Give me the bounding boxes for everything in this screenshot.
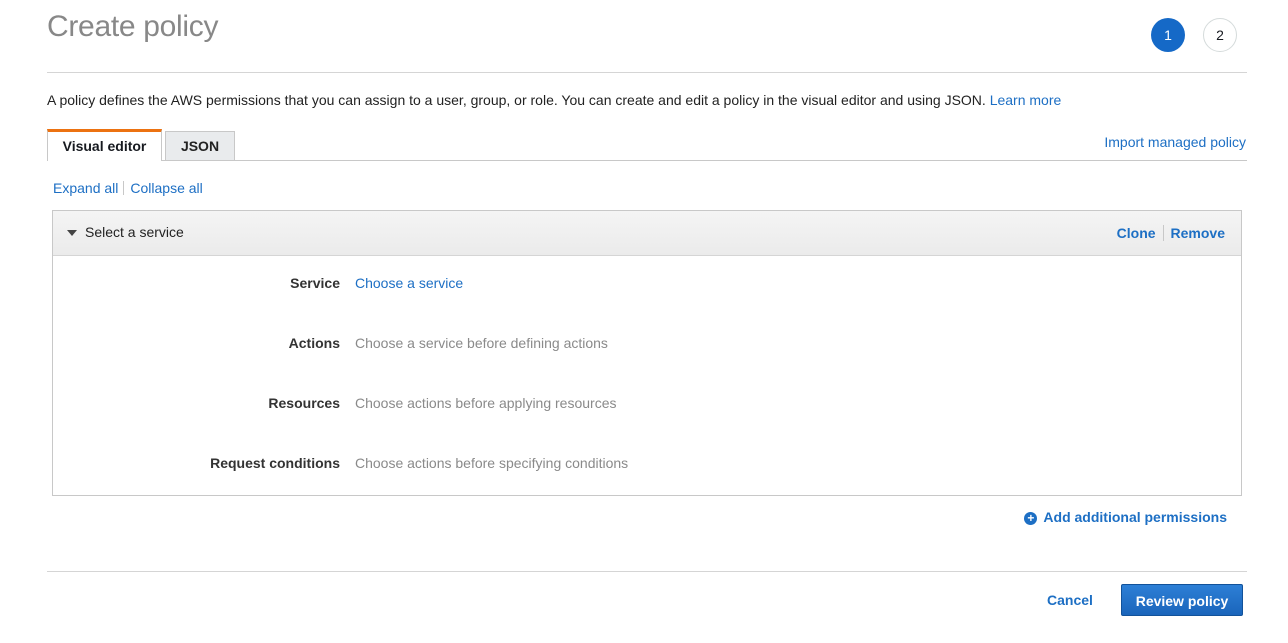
actions-row: Actions Choose a service before defining… [53, 335, 1241, 355]
review-policy-button[interactable]: Review policy [1121, 584, 1243, 616]
permission-block: Select a service Clone Remove Service Cho… [52, 210, 1242, 496]
clone-link[interactable]: Clone [1117, 225, 1156, 241]
collapse-all-link[interactable]: Collapse all [130, 180, 202, 196]
caret-down-icon[interactable] [67, 230, 77, 236]
permission-block-title: Select a service [85, 224, 184, 240]
choose-service-link[interactable]: Choose a service [355, 275, 463, 291]
step-1-indicator: 1 [1151, 18, 1185, 52]
permission-block-header[interactable]: Select a service Clone Remove [53, 211, 1241, 256]
plus-circle-icon: + [1024, 512, 1038, 525]
tab-visual-editor[interactable]: Visual editor [47, 129, 162, 161]
tabs-divider [47, 160, 1247, 161]
request-conditions-hint: Choose actions before specifying conditi… [355, 455, 629, 471]
description-text: A policy defines the AWS permissions tha… [47, 92, 986, 108]
tab-json[interactable]: JSON [165, 131, 235, 161]
resources-hint: Choose actions before applying resources [355, 395, 617, 411]
resources-row: Resources Choose actions before applying… [53, 395, 1241, 415]
actions-hint: Choose a service before defining actions [355, 335, 608, 351]
step-2-indicator: 2 [1203, 18, 1237, 52]
request-conditions-row: Request conditions Choose actions before… [53, 455, 1241, 475]
cancel-button[interactable]: Cancel [1047, 592, 1093, 608]
add-additional-permissions-button[interactable]: + Add additional permissions [1024, 509, 1227, 525]
request-conditions-label: Request conditions [210, 455, 340, 471]
service-label: Service [290, 275, 340, 291]
header-divider [47, 72, 1247, 73]
add-additional-permissions-label: Add additional permissions [1043, 509, 1227, 525]
resources-label: Resources [268, 395, 340, 411]
policy-description: A policy defines the AWS permissions tha… [47, 92, 1061, 108]
actions-separator [1162, 225, 1164, 241]
expand-all-link[interactable]: Expand all [53, 180, 118, 196]
service-row: Service Choose a service [53, 275, 1241, 295]
import-managed-policy-link[interactable]: Import managed policy [1104, 134, 1246, 150]
footer-divider [47, 571, 1247, 572]
expand-collapse-separator [123, 181, 125, 195]
expand-collapse-controls: Expand all Collapse all [53, 180, 203, 196]
permission-block-actions: Clone Remove [1117, 225, 1225, 241]
page-title: Create policy [47, 10, 219, 43]
remove-link[interactable]: Remove [1171, 225, 1225, 241]
actions-label: Actions [288, 335, 340, 351]
learn-more-link[interactable]: Learn more [990, 92, 1062, 108]
